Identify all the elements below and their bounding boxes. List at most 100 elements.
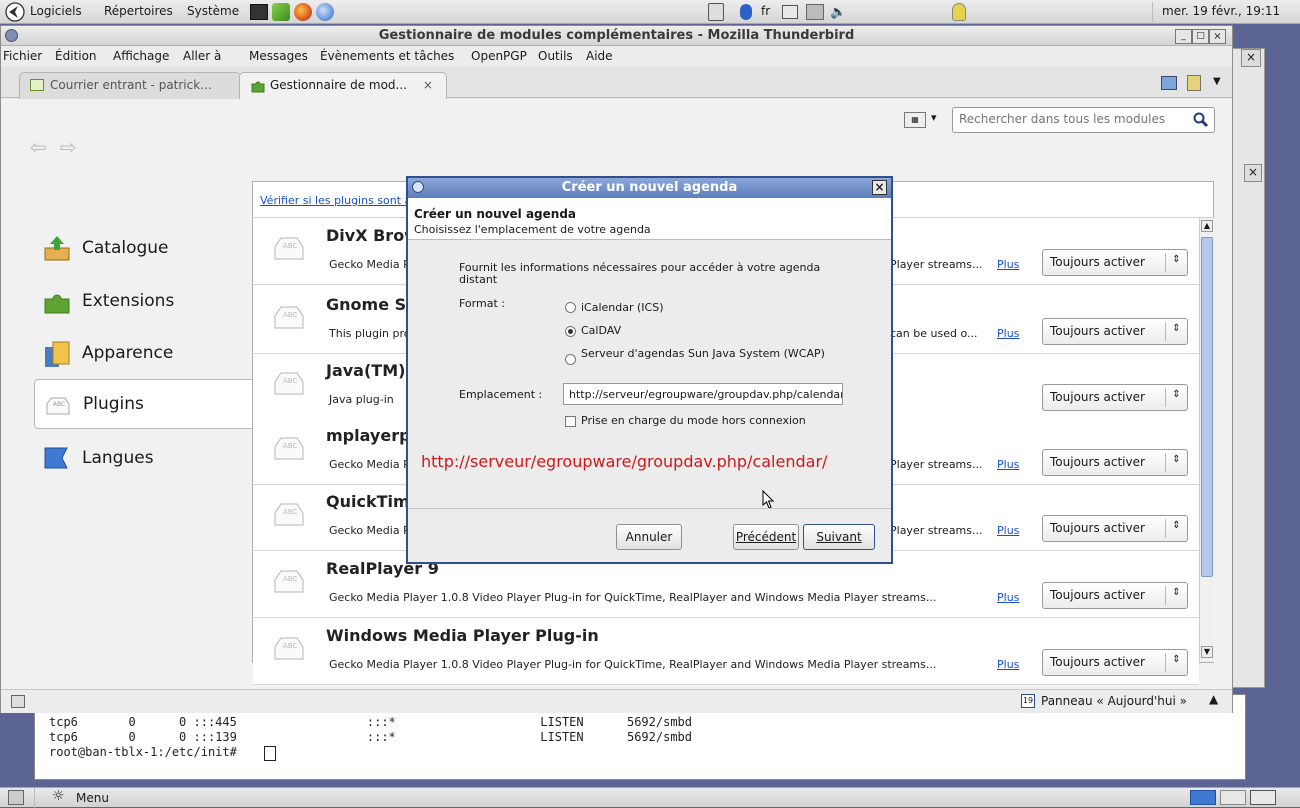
- svg-text:ABC: ABC: [283, 242, 297, 250]
- app-menu-chevron-icon[interactable]: ▼: [1213, 76, 1221, 87]
- tools-dropdown-icon[interactable]: ▾: [931, 111, 937, 124]
- plugin-row[interactable]: ABC Windows Media Player Plug-in Gecko Med…: [253, 619, 1199, 685]
- bg-close-icon[interactable]: ×: [1241, 49, 1261, 67]
- volume-icon[interactable]: 🔈: [830, 5, 846, 20]
- plugin-state-select[interactable]: Toujours activer ⇕: [1042, 249, 1188, 276]
- menu-gear-icon[interactable]: ☼: [52, 788, 65, 804]
- bluetooth-icon[interactable]: [740, 4, 752, 20]
- cancel-button[interactable]: Annuler: [616, 524, 682, 550]
- plugin-more-link[interactable]: Plus: [997, 258, 1019, 271]
- menu-edit[interactable]: Édition: [55, 49, 97, 63]
- menu-tools[interactable]: Outils: [538, 49, 573, 63]
- show-desktop-icon[interactable]: [8, 790, 24, 805]
- minimize-button[interactable]: _: [1175, 29, 1192, 44]
- addon-search-field[interactable]: [952, 107, 1215, 133]
- forward-arrow-icon[interactable]: ⇨: [60, 135, 77, 159]
- dialog-header: Créer un nouvel agenda Choisissez l'empl…: [408, 198, 891, 240]
- editor-launcher-icon[interactable]: [272, 3, 290, 21]
- dialog-titlebar[interactable]: Créer un nouvel agenda ×: [408, 178, 891, 198]
- thunderbird-launcher-icon[interactable]: [316, 3, 334, 21]
- keyboard-layout[interactable]: fr: [761, 4, 770, 18]
- distro-logo-icon[interactable]: [4, 2, 26, 22]
- plugin-more-link[interactable]: Plus: [997, 327, 1019, 340]
- offline-checkbox[interactable]: [565, 416, 576, 427]
- workspace-3[interactable]: [1250, 790, 1276, 805]
- plugin-state-select[interactable]: Toujours activer ⇕: [1042, 318, 1188, 345]
- close-button[interactable]: ×: [1209, 29, 1226, 44]
- category-catalogue[interactable]: Catalogue: [34, 224, 252, 274]
- cancel-label: Annuler: [625, 530, 673, 544]
- tab-close-icon[interactable]: ×: [423, 78, 433, 92]
- back-arrow-icon[interactable]: ⇦: [30, 135, 47, 159]
- clock[interactable]: mer. 19 févr., 19:11: [1162, 4, 1280, 18]
- clipboard-icon[interactable]: [782, 5, 798, 19]
- back-label: Précédent: [735, 530, 797, 544]
- firefox-launcher-icon[interactable]: [294, 3, 312, 21]
- offline-label[interactable]: Prise en charge du mode hors connexion: [581, 414, 806, 427]
- connection-status-icon[interactable]: [11, 695, 25, 708]
- today-pane-toggle[interactable]: Panneau « Aujourd'hui »: [1041, 694, 1187, 708]
- menu-applications[interactable]: Logiciels: [30, 4, 82, 18]
- tools-gear-icon[interactable]: ▦: [904, 112, 926, 128]
- location-input[interactable]: http://serveur/egroupware/groupdav.php/c…: [563, 383, 843, 405]
- svg-text:ABC: ABC: [283, 508, 297, 516]
- power-icon[interactable]: [952, 3, 966, 21]
- format-caldav-radio[interactable]: [565, 326, 576, 337]
- dialog-close-button[interactable]: ×: [872, 180, 887, 195]
- menu-view[interactable]: Affichage: [113, 49, 169, 63]
- search-input[interactable]: [959, 112, 1179, 126]
- back-button[interactable]: Précédent: [733, 524, 799, 550]
- format-ics-radio[interactable]: [565, 302, 576, 313]
- today-pane-chevron-icon[interactable]: ▲: [1209, 692, 1218, 706]
- plugin-more-link[interactable]: Plus: [997, 458, 1019, 471]
- plugin-icon: ABC: [273, 501, 305, 527]
- menu-openpgp[interactable]: OpenPGP: [471, 49, 527, 63]
- calendar-tab-icon[interactable]: [1161, 76, 1177, 90]
- plugin-state-select[interactable]: Toujours activer ⇕: [1042, 649, 1188, 676]
- menu-system[interactable]: Système: [187, 4, 239, 18]
- bg-close-icon-2[interactable]: ×: [1244, 164, 1262, 182]
- category-themes[interactable]: Apparence: [34, 329, 252, 379]
- menu-help[interactable]: Aide: [586, 49, 613, 63]
- plugin-state-select[interactable]: Toujours activer ⇕: [1042, 449, 1188, 476]
- menu-messages[interactable]: Messages: [249, 49, 308, 63]
- menu-places[interactable]: Répertoires: [104, 4, 173, 18]
- menu-events[interactable]: Évènements et tâches: [320, 49, 454, 63]
- format-caldav-label[interactable]: CalDAV: [581, 324, 621, 337]
- plugin-state-select[interactable]: Toujours activer ⇕: [1042, 582, 1188, 609]
- search-icon[interactable]: [1193, 112, 1209, 128]
- tab-inbox[interactable]: Courrier entrant - patrick...: [19, 72, 241, 99]
- plugin-more-link[interactable]: Plus: [997, 524, 1019, 537]
- category-plugins[interactable]: ABC Plugins: [34, 379, 252, 429]
- category-languages[interactable]: Langues: [34, 434, 252, 484]
- format-wcap-radio[interactable]: [565, 354, 576, 365]
- category-extensions[interactable]: Extensions: [34, 277, 252, 327]
- plugin-description-tail: can be used o...: [890, 327, 978, 340]
- tab-addons[interactable]: Gestionnaire de mod... ×: [239, 72, 447, 99]
- menu-file[interactable]: Fichier: [3, 49, 42, 63]
- workspace-2[interactable]: [1220, 790, 1246, 805]
- window-titlebar[interactable]: Gestionnaire de modules complémentaires …: [1, 26, 1232, 46]
- workspace-1[interactable]: [1190, 790, 1216, 805]
- plugin-more-link[interactable]: Plus: [997, 591, 1019, 604]
- bottom-menu-button[interactable]: Menu: [76, 791, 109, 805]
- network-icon[interactable]: [806, 4, 824, 20]
- tasks-tab-icon[interactable]: [1187, 75, 1201, 91]
- maximize-button[interactable]: □: [1192, 29, 1209, 44]
- dialog-menu-icon[interactable]: [412, 181, 424, 193]
- plugin-state-select[interactable]: Toujours activer ⇕: [1042, 384, 1188, 411]
- category-label: Apparence: [82, 343, 174, 363]
- format-wcap-label[interactable]: Serveur d'agendas Sun Java System (WCAP): [581, 348, 831, 360]
- format-ics-label[interactable]: iCalendar (ICS): [581, 301, 664, 314]
- plugin-state-select[interactable]: Toujours activer ⇕: [1042, 515, 1188, 542]
- scroll-up-icon[interactable]: ▲: [1201, 220, 1213, 232]
- scroll-down-icon[interactable]: ▼: [1201, 646, 1213, 658]
- trash-applet-icon[interactable]: [708, 3, 724, 21]
- scroll-thumb[interactable]: [1201, 237, 1213, 577]
- next-button[interactable]: Suivant: [803, 524, 875, 550]
- terminal-launcher-icon[interactable]: [250, 4, 268, 20]
- plugin-more-link[interactable]: Plus: [997, 658, 1019, 671]
- list-scrollbar[interactable]: ▲ ▼: [1199, 218, 1214, 662]
- terminal-prompt[interactable]: root@ban-tblx-1:/etc/init#: [49, 745, 244, 760]
- menu-go[interactable]: Aller à: [183, 49, 221, 63]
